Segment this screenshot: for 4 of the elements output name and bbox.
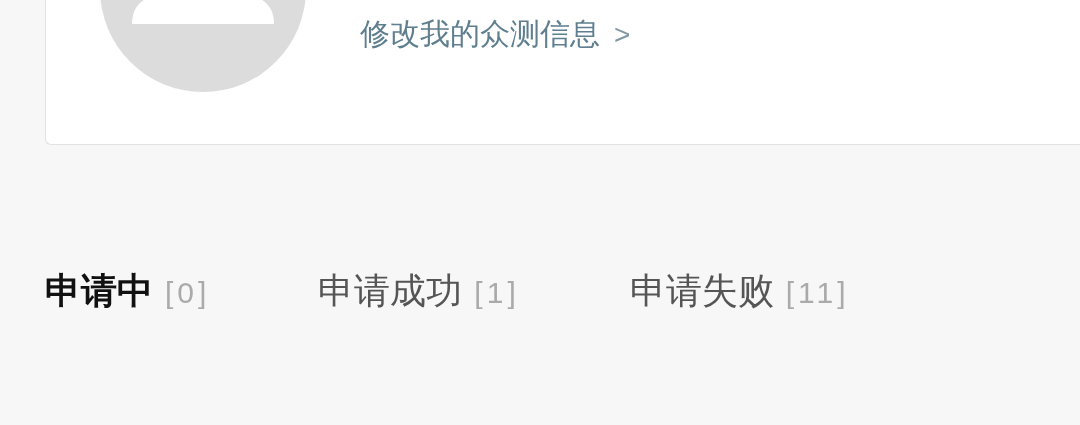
filter-tab[interactable]: 申请失败 [11] bbox=[629, 267, 850, 316]
filter-tab[interactable]: 申请成功 [1] bbox=[318, 267, 520, 316]
filter-tab[interactable]: 申请中 [0] bbox=[45, 267, 211, 316]
edit-info-link[interactable]: 修改我的众测信息 > bbox=[360, 14, 631, 55]
